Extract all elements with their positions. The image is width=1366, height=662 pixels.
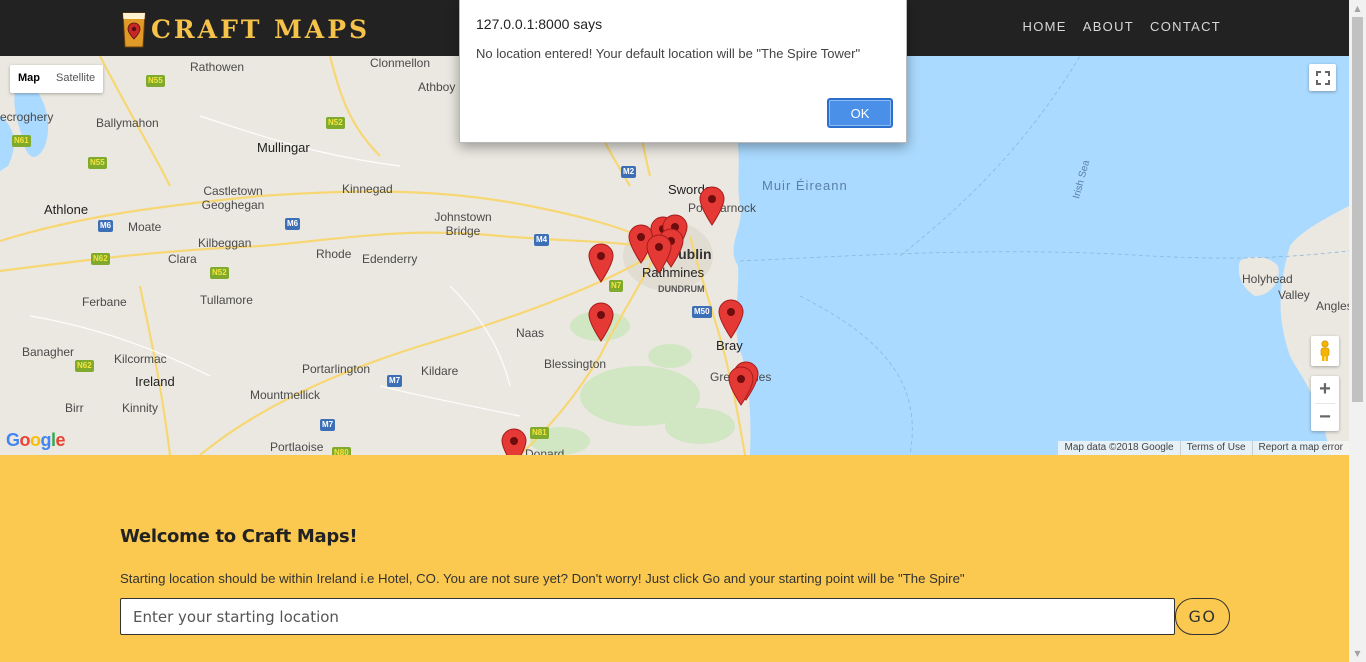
welcome-heading: Welcome to Craft Maps! xyxy=(120,526,358,547)
zoom-out-button[interactable]: − xyxy=(1311,404,1339,431)
road-shield: M7 xyxy=(387,375,403,387)
terms-of-use-link[interactable]: Terms of Use xyxy=(1179,441,1252,455)
dialog-ok-button[interactable]: OK xyxy=(827,98,893,128)
place-label: Johnstown Bridge xyxy=(434,210,492,238)
scroll-thumb[interactable] xyxy=(1352,17,1363,402)
place-label: Donard xyxy=(525,447,565,455)
fullscreen-icon xyxy=(1315,70,1330,85)
report-map-error-link[interactable]: Report a map error xyxy=(1251,441,1349,455)
place-label: Castletown Geoghegan xyxy=(201,184,265,212)
place-label: Naas xyxy=(516,326,545,340)
scroll-down-arrow[interactable]: ▼ xyxy=(1349,645,1366,662)
map-footer: Map data ©2018 Google Terms of Use Repor… xyxy=(1058,441,1349,455)
road-shield: N55 xyxy=(146,75,165,87)
place-label: Moate xyxy=(128,220,162,234)
place-label: Valley xyxy=(1278,288,1310,302)
zoom-control: + − xyxy=(1311,376,1339,431)
place-label: Kilbeggan xyxy=(198,236,252,250)
place-label: Ireland xyxy=(135,374,175,389)
road-shield: N52 xyxy=(326,117,345,129)
fullscreen-button[interactable] xyxy=(1309,64,1336,91)
road-shield: N52 xyxy=(210,267,229,279)
alert-dialog: 127.0.0.1:8000 says No location entered!… xyxy=(459,0,907,143)
place-label: ecroghery xyxy=(0,110,54,124)
map-type-satellite-button[interactable]: Satellite xyxy=(48,65,103,93)
map-marker-pin[interactable] xyxy=(588,243,614,283)
place-label: Ballymahon xyxy=(96,116,159,130)
road-shield: N61 xyxy=(12,135,31,147)
page: CRAFT MAPS HOME ABOUT CONTACT Rathowen C… xyxy=(0,0,1366,662)
road-shield: M50 xyxy=(692,306,712,318)
go-button[interactable]: GO xyxy=(1175,598,1230,635)
place-label: Athlone xyxy=(44,202,89,217)
zoom-in-button[interactable]: + xyxy=(1311,376,1339,403)
place-label: Athboy xyxy=(418,80,456,94)
place-label: Rathowen xyxy=(190,60,245,74)
nav-contact[interactable]: CONTACT xyxy=(1150,19,1221,34)
place-label: Banagher xyxy=(22,345,75,359)
place-label: Mullingar xyxy=(257,140,310,155)
google-logo: Google xyxy=(6,430,66,450)
road-shield: N81 xyxy=(530,427,549,439)
page-scrollbar[interactable]: ▲ ▼ xyxy=(1349,0,1366,662)
place-label: Edenderry xyxy=(362,252,418,266)
nav-about[interactable]: ABOUT xyxy=(1083,19,1134,34)
road-shield: M6 xyxy=(285,218,301,230)
road-shield: M7 xyxy=(320,419,336,431)
place-label: Mountmellick xyxy=(250,388,321,402)
scroll-up-arrow[interactable]: ▲ xyxy=(1349,0,1366,17)
pegman-icon xyxy=(1320,340,1330,361)
map-marker-pin[interactable] xyxy=(646,234,672,274)
road-shield: N62 xyxy=(91,253,110,265)
map-type-map-button[interactable]: Map xyxy=(10,65,48,93)
road-shield: N80 xyxy=(332,447,351,455)
place-label: Rhode xyxy=(316,247,352,261)
place-label: Portarlington xyxy=(302,362,371,376)
brand-logo[interactable]: CRAFT MAPS xyxy=(120,8,370,50)
place-label: Ferbane xyxy=(82,295,127,309)
brand-name: CRAFT MAPS xyxy=(151,14,371,44)
nav-links: HOME ABOUT CONTACT xyxy=(1007,19,1221,34)
map-marker-pin[interactable] xyxy=(501,428,527,455)
nav-home[interactable]: HOME xyxy=(1023,19,1067,34)
starting-location-input[interactable] xyxy=(120,598,1175,635)
road-shield: N55 xyxy=(88,157,107,169)
place-label: Blessington xyxy=(544,357,607,371)
map-data-attribution: Map data ©2018 Google xyxy=(1064,442,1174,453)
map-marker-pin[interactable] xyxy=(588,302,614,342)
dialog-title: 127.0.0.1:8000 says xyxy=(476,16,603,32)
place-label: Kinnity xyxy=(122,401,159,415)
beer-glass-icon xyxy=(122,12,146,48)
map-marker-pin[interactable] xyxy=(699,186,725,226)
place-label: Bray xyxy=(716,338,743,353)
place-label: Tullamore xyxy=(200,293,253,307)
map-marker-pin[interactable] xyxy=(728,366,754,406)
place-label: Kilcormac xyxy=(114,352,167,366)
place-label: Kildare xyxy=(421,364,459,378)
map-type-control: Map Satellite xyxy=(10,65,104,93)
place-label: Clara xyxy=(168,252,197,266)
road-shield: M4 xyxy=(534,234,550,246)
sea-label: Muir Éireann xyxy=(762,178,848,193)
place-label: Holyhead xyxy=(1242,272,1293,286)
road-shield: M2 xyxy=(621,166,637,178)
place-label: Angles xyxy=(1316,299,1349,313)
map-marker-pin[interactable] xyxy=(718,299,744,339)
road-shield: M6 xyxy=(98,220,114,232)
place-label: Kinnegad xyxy=(342,182,393,196)
location-hint: Starting location should be within Irela… xyxy=(120,571,965,586)
place-label: Birr xyxy=(65,401,84,415)
road-shield: N62 xyxy=(75,360,94,372)
place-label: Portlaoise xyxy=(270,440,324,454)
place-label: DUNDRUM xyxy=(658,284,705,294)
dialog-message: No location entered! Your default locati… xyxy=(476,46,861,61)
place-label: Clonmellon xyxy=(370,56,431,70)
street-view-pegman-button[interactable] xyxy=(1311,336,1339,366)
